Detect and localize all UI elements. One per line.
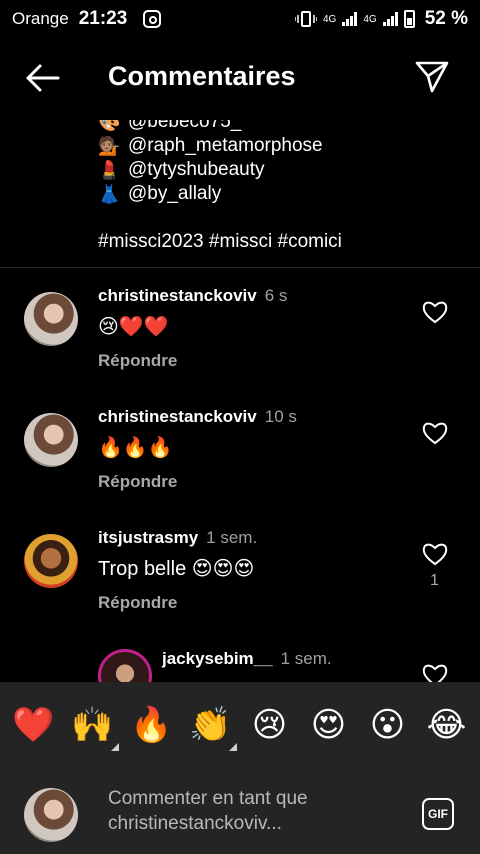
- comment-time: 6 s: [264, 286, 288, 305]
- comment-header: itsjustrasmy 1 sem.: [98, 528, 257, 548]
- mention-link[interactable]: @by_allaly: [128, 182, 221, 206]
- dress-emoji: 👗: [98, 184, 121, 204]
- comment-text: 😢❤️❤️: [98, 316, 169, 338]
- comment-item: christinestanckoviv 10 s 🔥🔥🔥 Répondre: [0, 401, 480, 511]
- instagram-notification-icon: [143, 10, 162, 28]
- person-emoji: 💁🏽: [98, 136, 121, 156]
- caption-mention: 💁🏽 @raph_metamorphose: [98, 134, 468, 158]
- avatar[interactable]: [24, 292, 78, 346]
- avatar[interactable]: [24, 413, 78, 467]
- comment-text: Trop belle 😍😍😍: [98, 558, 255, 580]
- page-title: Commentaires: [108, 61, 296, 91]
- vibrate-icon: [295, 11, 317, 27]
- battery-icon: [403, 10, 415, 28]
- status-bar: Orange 21:23 4G 4G 52 %: [0, 0, 480, 38]
- heart-icon[interactable]: [422, 300, 448, 324]
- network-type-2: 4G: [363, 13, 377, 25]
- header: Commentaires: [0, 48, 480, 108]
- reply-button[interactable]: Répondre: [98, 351, 177, 371]
- signal-icon-2: [382, 12, 398, 26]
- heart-icon[interactable]: [422, 542, 448, 566]
- comment-header: christinestanckoviv 6 s: [98, 286, 287, 306]
- reaction-heart-eyes[interactable]: 😍: [301, 705, 357, 745]
- caption-mention: 💄 @tytyshubeauty: [98, 158, 468, 182]
- battery-percent: 52 %: [424, 8, 468, 29]
- network-type-1: 4G: [323, 13, 337, 25]
- comment-item: christinestanckoviv 6 s 😢❤️❤️ Répondre: [0, 280, 480, 390]
- reaction-crying[interactable]: 😢: [242, 705, 298, 745]
- comment-header: jackysebim__ 1 sem.: [162, 649, 332, 669]
- reaction-laughing[interactable]: 😂: [419, 705, 475, 745]
- carrier-name: Orange: [12, 9, 69, 28]
- comment-time: 1 sem.: [206, 528, 258, 547]
- gif-button[interactable]: GIF: [422, 798, 454, 830]
- comment-item: itsjustrasmy 1 sem. Trop belle 😍😍😍 Répond…: [0, 522, 480, 632]
- reaction-surprised[interactable]: 😮: [360, 705, 416, 745]
- lipstick-emoji: 💄: [98, 160, 121, 180]
- comment-time: 10 s: [264, 407, 297, 426]
- clock: 21:23: [78, 8, 128, 29]
- reply-button[interactable]: Répondre: [98, 593, 177, 613]
- comment-item: jackysebim__ 1 sem.: [0, 643, 480, 682]
- mention-link[interactable]: @raph_metamorphose: [128, 134, 323, 158]
- mention-link[interactable]: @tytyshubeauty: [128, 158, 265, 182]
- comment-username[interactable]: jackysebim__: [162, 649, 273, 668]
- signal-icon: [342, 12, 358, 26]
- reaction-fire[interactable]: 🔥: [124, 705, 180, 745]
- comment-username[interactable]: christinestanckoviv: [98, 286, 257, 305]
- quick-reactions: ❤️ 🙌 🔥 👏 😢 😍 😮 😂: [0, 682, 480, 768]
- caption-hashtags[interactable]: #missci2023 #missci #comici: [98, 230, 468, 254]
- reaction-heart[interactable]: ❤️: [6, 705, 62, 745]
- post-caption: 🎨 @bebeco75_ 💁🏽 @raph_metamorphose 💄 @ty…: [98, 108, 468, 268]
- comment-header: christinestanckoviv 10 s: [98, 407, 297, 427]
- comment-input[interactable]: Commenter en tant que christinestanckovi…: [108, 786, 398, 836]
- comment-username[interactable]: christinestanckoviv: [98, 407, 257, 426]
- back-arrow-icon[interactable]: [24, 62, 60, 94]
- heart-icon[interactable]: [422, 421, 448, 445]
- comment-text: 🔥🔥🔥: [98, 437, 173, 459]
- heart-icon[interactable]: [422, 663, 448, 682]
- comment-time: 1 sem.: [280, 649, 332, 668]
- skin-tone-indicator-icon: [228, 743, 237, 751]
- avatar[interactable]: [98, 649, 152, 682]
- avatar[interactable]: [24, 534, 78, 588]
- reaction-clap[interactable]: 👏: [183, 705, 239, 751]
- reply-button[interactable]: Répondre: [98, 472, 177, 492]
- comment-composer-panel: ❤️ 🙌 🔥 👏 😢 😍 😮 😂 Commenter en tant que c…: [0, 682, 480, 854]
- comment-username[interactable]: itsjustrasmy: [98, 528, 198, 547]
- like-count: 1: [430, 572, 439, 589]
- caption-mention: 👗 @by_allaly: [98, 182, 468, 206]
- reaction-raised-hands[interactable]: 🙌: [65, 705, 121, 751]
- header-overlap-mask: [0, 108, 480, 120]
- compose-bar: Commenter en tant que christinestanckovi…: [0, 782, 480, 854]
- avatar: [24, 788, 78, 842]
- skin-tone-indicator-icon: [110, 743, 119, 751]
- share-send-icon[interactable]: [414, 60, 450, 94]
- caption-divider: [0, 267, 480, 268]
